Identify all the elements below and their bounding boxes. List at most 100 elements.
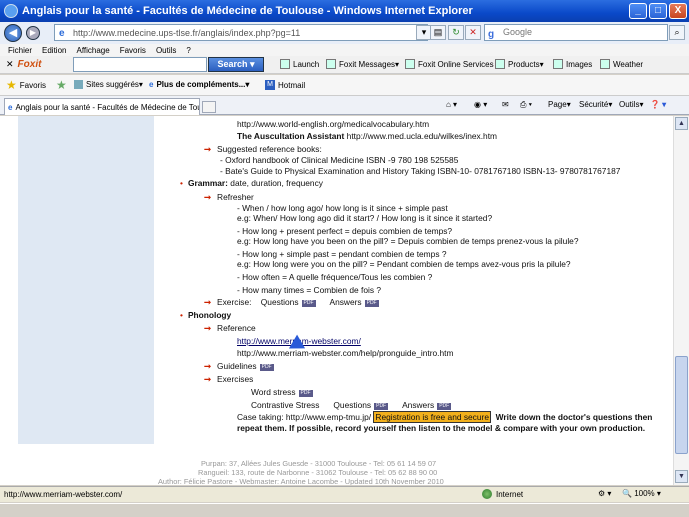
add-favorite-button[interactable]: ★ [56,79,70,91]
tools-menu-label: Outils [619,100,640,109]
menu-favoris[interactable]: Favoris [120,46,146,55]
arrow-icon: ➞ [204,323,212,333]
star-icon: ★ [6,78,17,92]
grammar-topics: date, duration, frequency [230,178,323,188]
foxit-messages-button[interactable]: Foxit Messages ▾ [326,59,399,69]
scroll-up-arrow-icon[interactable]: ▲ [675,117,688,130]
launch-label: Launch [293,59,320,69]
refresh-button[interactable]: ↻ [448,25,464,40]
foxit-toolbar: ✕ Foxit Search ▾ Launch Foxit Messages ▾… [0,56,689,74]
page-menu[interactable]: Page ▾ [548,100,571,109]
pdf-icon[interactable]: PDF [298,390,313,397]
foxit-online-services-label: Foxit Online Services [418,59,494,69]
auscultation-link[interactable]: http://www.med.ucla.edu/wilkes/inex.htm [347,131,497,141]
bullet-icon: • [180,310,183,320]
url-field[interactable]: e http://www.medecine.ups-tlse.fr/anglai… [54,24,428,41]
exercise-item: ➞ Exercise: Questions PDF Answers PDF [204,297,379,307]
forward-button[interactable]: ▶ [26,26,40,40]
search-input[interactable]: g Google [484,24,668,41]
footer-credits: Author: Félicie Pastore - Webmaster: Ant… [158,477,444,485]
refresher-label: Refresher [217,192,254,202]
foxit-messages-label: Foxit Messages [339,59,396,69]
back-button[interactable]: ◀ [4,24,22,42]
foxit-online-services-button[interactable]: Foxit Online Services [405,59,494,69]
close-button[interactable]: X [669,3,687,19]
pdf-icon[interactable]: PDF [259,364,274,371]
toolbar-search-button[interactable]: Search ▾ [208,57,264,72]
zoom-icon: 🔍 [622,489,632,498]
compat-view-button[interactable]: ▤ [430,25,446,40]
tools-menu[interactable]: Outils ▾ [619,100,643,109]
search-go-button[interactable]: ⌕ [669,25,685,40]
page-menu-label: Page [548,100,567,109]
refresher-line-5: - How many times = Combien de fois ? [237,285,382,295]
vertical-scrollbar[interactable]: ▲ ▼ [673,116,689,485]
protected-mode-icon[interactable]: ⚙ ▾ [598,489,611,498]
more-addons-link[interactable]: e Plus de compléments... ▾ [149,80,249,89]
maximize-button[interactable]: □ [649,3,667,19]
pdf-icon[interactable]: PDF [437,403,452,410]
hotmail-icon: M [265,80,275,90]
stop-button[interactable]: ✕ [465,25,481,40]
close-toolbar-icon[interactable]: ✕ [6,59,14,70]
menu-fichier[interactable]: Fichier [8,46,32,55]
images-button[interactable]: Images [553,59,592,69]
favorites-bar: ★ Favoris ★ Sites suggérés ▾ e Plus de c… [0,75,689,96]
case-taking-link[interactable]: Case taking: http://www.emp-tmu.jp/ [237,412,371,422]
word-stress-link[interactable]: Word stress [251,387,296,397]
case-instructions-1: Write down the doctor's questions then [495,412,653,422]
menu-affichage[interactable]: Affichage [76,46,109,55]
footer-address-rangueil: Rangueil: 133, route de Narbonne - 31062… [198,468,438,477]
exercise-answers-link[interactable]: Answers [329,297,361,307]
contrastive-stress-item: Contrastive Stress Questions PDF Answers P… [251,400,452,410]
suggested-sites-link[interactable]: Sites suggérés ▾ [74,80,143,89]
security-menu[interactable]: Sécurité ▾ [579,100,612,109]
suggested-sites-label: Sites suggérés [86,80,139,89]
menu-edition[interactable]: Edition [42,46,66,55]
guidelines-link[interactable]: Guidelines [217,361,257,371]
feeds-button[interactable]: ◉ ▾ [474,100,487,109]
exercises-label: Exercises [217,374,254,384]
arrow-icon: ➞ [204,192,212,202]
launch-button[interactable]: Launch [280,59,319,69]
active-tab[interactable]: e Anglais pour la santé - Facultés de Mé… [4,98,200,115]
refresher-line-1b: e.g: When/ How long ago did it start? / … [237,213,493,223]
toolbar-search-input[interactable] [73,57,207,72]
search-placeholder: Google [503,27,533,37]
more-addons-label: Plus de compléments... [156,80,246,89]
pdf-icon[interactable]: PDF [301,300,316,307]
footer-address-purpan: Purpan: 37, Allées Jules Guesde - 31000 … [201,459,437,468]
scroll-down-arrow-icon[interactable]: ▼ [675,470,688,483]
contrastive-answers-link[interactable]: Answers [402,400,434,410]
arrow-icon: ➞ [204,144,212,154]
suggested-books-item: ➞ Suggested reference books: [204,144,322,154]
help-icon[interactable]: ❓ ▾ [650,100,666,109]
menu-bar: Fichier Edition Affichage Favoris Outils… [0,44,689,56]
contrastive-questions-link[interactable]: Questions [333,400,371,410]
pronguide-link[interactable]: http://www.merriam-webster.com/help/pron… [237,348,453,358]
pdf-icon[interactable]: PDF [364,300,379,307]
foxit-logo[interactable]: Foxit [18,59,42,70]
weather-button[interactable]: Weather [600,59,643,69]
products-button[interactable]: Products ▾ [495,59,544,69]
vocab-link[interactable]: http://www.world-english.org/medicalvoca… [237,119,429,129]
ie-icon [4,4,18,18]
mail-button[interactable]: ✉ [502,100,509,109]
security-zone[interactable]: Internet [482,489,523,499]
print-button[interactable]: ⎙ ▾ [520,100,532,110]
home-button[interactable]: ⌂ ▾ [446,100,457,109]
exercise-questions-link[interactable]: Questions [261,297,299,307]
pdf-icon[interactable]: PDF [374,403,389,410]
favorites-button[interactable]: ★ Favoris [6,78,46,92]
menu-help[interactable]: ? [186,46,190,55]
hotmail-link[interactable]: M Hotmail [265,80,305,90]
new-tab-button[interactable] [202,101,216,113]
images-label: Images [566,59,593,69]
grammar-heading: • Grammar: date, duration, frequency [180,178,323,188]
zoom-control[interactable]: 🔍 100% ▾ [622,489,661,498]
menu-outils[interactable]: Outils [156,46,176,55]
contrastive-stress-label: Contrastive Stress [251,400,320,410]
zoom-level: 100% [634,489,655,498]
minimize-button[interactable]: _ [629,3,647,19]
scroll-thumb[interactable] [675,356,688,454]
